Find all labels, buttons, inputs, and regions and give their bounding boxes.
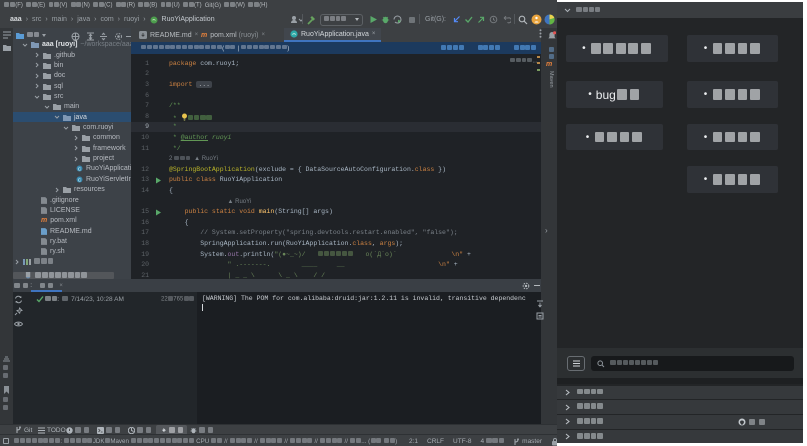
svg-text:C: C: [78, 167, 82, 173]
svg-text:C: C: [78, 177, 82, 183]
